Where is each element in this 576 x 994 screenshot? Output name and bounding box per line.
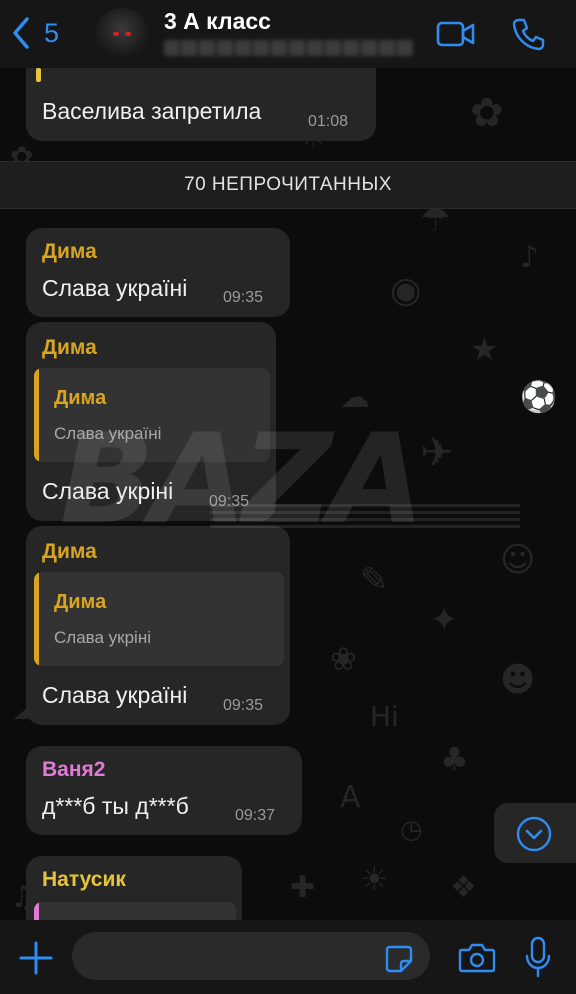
quote-bar (34, 368, 39, 462)
message-text: д***б ты д***б (42, 793, 189, 819)
chat-subtitle-blurred (164, 40, 414, 56)
chat-header: 5 3 А класс (0, 0, 576, 68)
message-bubble[interactable]: Дима Слава україні 09:35 (26, 228, 290, 317)
unread-chats-count: 5 (44, 17, 60, 48)
quote-text: Слава укріні (54, 628, 152, 647)
message-text: Слава україні (42, 275, 188, 301)
chat-screen: ✿ ☂ ♪ ◉ ★ ☁ ⚽ ✈ ✎ ☺ ✦ ❀ ☻ Hi ♣ A ◷ ✚ ☀ ❖… (0, 0, 576, 994)
message-sender[interactable]: Дима (42, 240, 97, 264)
message-sender[interactable]: Дима (42, 336, 97, 360)
message-text: Слава україні (42, 682, 188, 708)
video-camera-icon[interactable] (436, 20, 476, 48)
message-text: Слава укріні (42, 478, 174, 504)
message-time: 09:35 (223, 289, 264, 306)
chevron-down-circle-icon (516, 816, 552, 852)
microphone-icon[interactable] (524, 936, 552, 978)
reply-quote[interactable]: Дима Слава україні (34, 368, 270, 462)
avatar-eye (125, 32, 131, 36)
avatar[interactable] (95, 8, 149, 62)
message-time: 09:35 (223, 697, 264, 714)
message-time: 09:35 (209, 493, 250, 510)
sticker-icon[interactable] (384, 944, 414, 974)
quote-text: Слава україні (54, 424, 162, 443)
message-bubble[interactable]: Дима Дима Слава україні Слава укріні 09:… (26, 322, 276, 521)
quote-bar (34, 572, 39, 666)
message-input[interactable] (72, 932, 430, 980)
quote-sender: Дима (54, 591, 107, 613)
phone-icon[interactable] (512, 17, 546, 51)
message-bubble[interactable]: Ваня2 д***б ты д***б 09:37 (26, 746, 302, 835)
message-sender[interactable]: Натусик (42, 868, 126, 892)
back-button[interactable]: 5 (10, 16, 59, 50)
chat-title[interactable]: 3 А класс (164, 8, 271, 35)
avatar-eye (113, 32, 119, 36)
scroll-to-bottom-button[interactable] (494, 803, 576, 863)
message-bubble[interactable]: Дима Дима Слава укріні Слава україні 09:… (26, 526, 290, 725)
plus-icon[interactable] (18, 940, 54, 976)
composer-bar (0, 920, 576, 994)
camera-icon[interactable] (458, 942, 496, 974)
unread-messages-banner: 70 НЕПРОЧИТАННЫХ (0, 161, 576, 209)
chevron-left-icon (13, 17, 29, 49)
message-time: 01:08 (308, 113, 349, 130)
message-sender[interactable]: Ваня2 (42, 758, 105, 782)
quote-sender: Дима (54, 387, 107, 409)
message-time: 09:37 (235, 807, 276, 824)
reply-quote[interactable]: Дима Слава укріні (34, 572, 284, 666)
message-sender[interactable]: Дима (42, 540, 97, 564)
message-text: Васелива запретила (42, 98, 262, 124)
quote-bar-fragment (36, 68, 41, 82)
